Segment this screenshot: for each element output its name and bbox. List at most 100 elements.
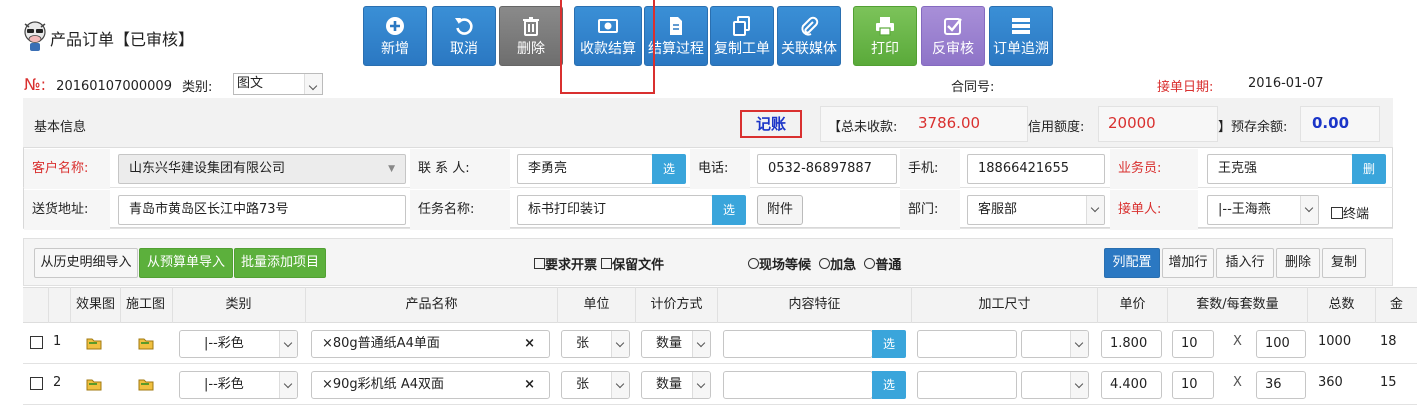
contact-select-button[interactable]: 选	[652, 154, 686, 184]
category-select[interactable]: |--彩色	[179, 371, 298, 399]
column-header: 金	[1375, 287, 1417, 323]
add-button[interactable]: 新增	[363, 6, 427, 66]
copy-icon	[733, 15, 750, 36]
budget-import-button[interactable]: 从预算单导入	[139, 248, 233, 278]
attachment-button[interactable]: 附件	[757, 195, 803, 225]
media-button[interactable]: 关联媒体	[777, 6, 841, 66]
prepaid-label: 】预存余额:	[1218, 120, 1288, 135]
column-header: 单位	[557, 287, 635, 323]
address-input[interactable]: 青岛市黄岛区长江中路73号	[118, 195, 406, 225]
feature-select-button[interactable]: 选	[872, 330, 906, 358]
insert-row-button[interactable]: 插入行	[1216, 248, 1274, 278]
sets-input[interactable]: 10	[1172, 371, 1214, 399]
column-header: 套数/每套数量	[1167, 287, 1307, 323]
column-config-button[interactable]: 列配置	[1104, 248, 1160, 278]
cancel-button[interactable]: 取消	[432, 6, 496, 66]
task-select-button[interactable]: 选	[712, 195, 746, 225]
clear-icon[interactable]: ×	[524, 331, 535, 357]
unit-price-input[interactable]: 1.800	[1101, 330, 1162, 358]
receiver-label: 接单人:	[1110, 190, 1198, 230]
history-import-button[interactable]: 从历史明细导入	[34, 248, 138, 278]
content-feature-input[interactable]	[723, 330, 873, 358]
plus-circle-icon	[386, 16, 404, 35]
column-header: 加工尺寸	[911, 287, 1097, 323]
pricing-select[interactable]: 数量	[641, 371, 711, 399]
customer-select[interactable]: 山东兴华建设集团有限公司 ▼	[118, 154, 406, 184]
per-set-input[interactable]: 100	[1256, 330, 1306, 358]
folder-icon[interactable]	[86, 377, 102, 391]
unit-price-input[interactable]: 4.400	[1101, 371, 1162, 399]
column-header: 效果图	[70, 287, 120, 323]
amount-value: 15	[1380, 375, 1397, 390]
phone-input[interactable]: 0532-86897887	[757, 154, 897, 184]
mobile-input[interactable]: 18866421655	[967, 154, 1105, 184]
invoice-options[interactable]: 要求开票 保留文件	[534, 254, 664, 273]
undo-icon	[455, 17, 473, 35]
row-index: 2	[53, 375, 62, 390]
batch-add-button[interactable]: 批量添加项目	[234, 248, 326, 278]
product-name-input[interactable]: ×80g普通纸A4单面 ×	[311, 330, 550, 358]
terminal-checkbox[interactable]: 终端	[1331, 203, 1369, 222]
type-label: 类别:	[182, 80, 213, 95]
size-select[interactable]	[1021, 371, 1089, 399]
column-header: 内容特征	[717, 287, 911, 323]
address-label: 送货地址:	[24, 190, 110, 230]
column-header: 总数	[1307, 287, 1375, 323]
task-input[interactable]: 标书打印装订	[517, 195, 713, 225]
phone-label: 电话:	[690, 149, 750, 189]
prepaid-value: 0.00	[1312, 114, 1350, 132]
clear-icon[interactable]: ×	[524, 372, 535, 398]
column-header	[48, 287, 68, 323]
type-select[interactable]: 图文	[233, 73, 323, 95]
contract-label: 合同号:	[951, 80, 995, 95]
printer-icon	[876, 16, 894, 36]
size-input[interactable]	[917, 371, 1017, 399]
receiver-select[interactable]: |--王海燕	[1207, 195, 1319, 225]
product-name-input[interactable]: ×90g彩机纸 A4双面 ×	[311, 371, 550, 399]
dept-select[interactable]: 客服部	[967, 195, 1105, 225]
credit-label: 信用额度:	[1028, 120, 1085, 135]
copy-row-button[interactable]: 复制	[1322, 248, 1366, 278]
unaudit-label: 反审核	[932, 40, 974, 57]
delete-button[interactable]: 删除	[499, 6, 563, 66]
amount-value: 18	[1380, 334, 1397, 349]
sales-delete-button[interactable]: 删	[1352, 154, 1386, 184]
unit-select[interactable]: 张	[561, 371, 630, 399]
pricing-select[interactable]: 数量	[641, 330, 711, 358]
row-checkbox[interactable]	[30, 377, 43, 390]
cancel-label: 取消	[450, 40, 478, 57]
add-label: 新增	[381, 40, 409, 57]
size-select[interactable]	[1021, 330, 1089, 358]
column-header: 类别	[172, 287, 304, 323]
folder-icon[interactable]	[138, 336, 154, 350]
sales-input[interactable]: 王克强	[1207, 154, 1353, 184]
bookkeeping-badge: 记账	[740, 110, 802, 138]
checkbox-icon	[944, 17, 962, 35]
column-header: 产品名称	[305, 287, 557, 323]
column-header: 单价	[1097, 287, 1167, 323]
sets-input[interactable]: 10	[1172, 330, 1214, 358]
folder-icon[interactable]	[138, 377, 154, 391]
per-set-input[interactable]: 36	[1256, 371, 1306, 399]
priority-options[interactable]: 现场等候 加急 普通	[748, 254, 901, 273]
unaudit-button[interactable]: 反审核	[921, 6, 985, 66]
add-row-button[interactable]: 增加行	[1162, 248, 1214, 278]
contact-input[interactable]: 李勇亮	[517, 154, 653, 184]
paperclip-icon	[801, 16, 819, 36]
print-button[interactable]: 打印	[853, 6, 917, 66]
page-title: 产品订单【已审核】	[50, 30, 195, 49]
row-checkbox[interactable]	[30, 336, 43, 349]
copy-button[interactable]: 复制工单	[710, 6, 774, 66]
delete-row-button[interactable]: 删除	[1276, 248, 1320, 278]
category-select[interactable]: |--彩色	[179, 330, 298, 358]
size-input[interactable]	[917, 330, 1017, 358]
date-label: 接单日期:	[1157, 80, 1214, 95]
content-feature-input[interactable]	[723, 371, 873, 399]
document-icon	[670, 16, 682, 35]
credit-value: 20000	[1108, 114, 1156, 132]
trace-button[interactable]: 订单追溯	[989, 6, 1053, 66]
folder-icon[interactable]	[86, 336, 102, 350]
unit-select[interactable]: 张	[561, 330, 630, 358]
row-index: 1	[53, 334, 62, 349]
feature-select-button[interactable]: 选	[872, 371, 906, 399]
